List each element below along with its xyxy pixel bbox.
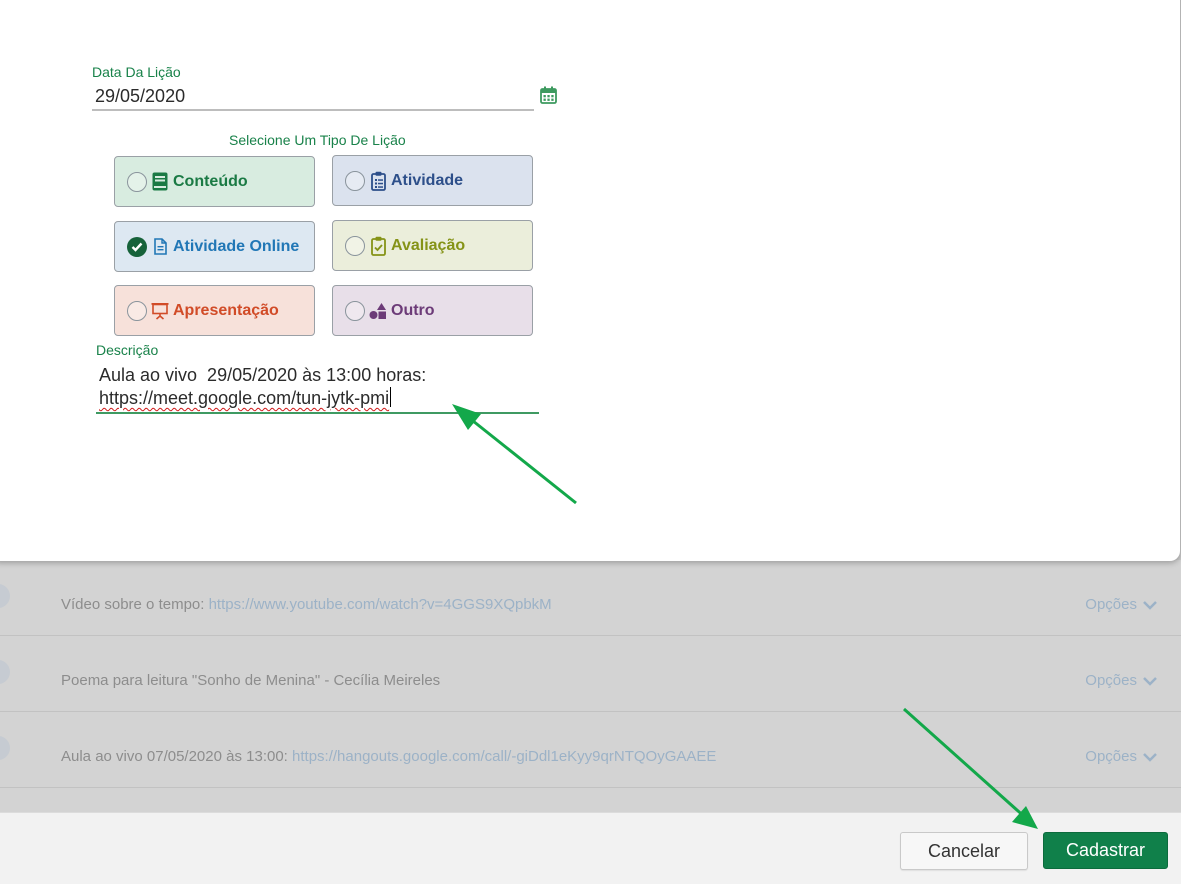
type-option-apresentacao[interactable]: Apresentação (114, 285, 315, 336)
file-text-icon (151, 237, 169, 257)
list-item-text: Poema para leitura "Sonho de Menina" - C… (61, 672, 441, 689)
check-circle-icon[interactable] (127, 236, 147, 257)
list-item-text: Vídeo sobre o tempo: (61, 596, 209, 613)
list-item-link[interactable]: https://hangouts.google.com/call/-giDdl1… (292, 748, 716, 765)
type-option-label: Atividade Online (173, 237, 300, 255)
type-option-label: Apresentação (173, 301, 279, 319)
shapes-icon (369, 301, 387, 321)
options-dropdown[interactable]: Opções (1085, 672, 1157, 689)
type-option-atividade[interactable]: Atividade (332, 155, 533, 206)
description-label: Descrição (96, 342, 159, 358)
type-option-label: Avaliação (391, 236, 466, 254)
radio-unchecked-icon[interactable] (127, 300, 147, 321)
description-underline (96, 412, 539, 414)
book-icon (151, 172, 169, 192)
lesson-type-icon (0, 584, 10, 608)
clipboard-check-icon (369, 236, 387, 256)
type-option-outro[interactable]: Outro (332, 285, 533, 336)
list-item: Aula ao vivo 07/05/2020 às 13:00: https:… (0, 712, 1181, 788)
type-option-label: Conteúdo (173, 172, 248, 190)
type-option-conteudo[interactable]: Conteúdo (114, 156, 315, 207)
type-option-label: Atividade (391, 171, 464, 189)
calendar-icon[interactable] (540, 86, 557, 104)
chevron-down-icon (1143, 676, 1157, 686)
type-option-avaliacao[interactable]: Avaliação (332, 220, 533, 271)
type-option-label: Outro (391, 301, 435, 319)
list-item: Vídeo sobre o tempo: https://www.youtube… (0, 560, 1181, 636)
date-field-underline (92, 109, 534, 111)
date-field[interactable]: 29/05/2020 (95, 86, 185, 107)
text-caret (390, 387, 392, 407)
list-item-link[interactable]: https://www.youtube.com/watch?v=4GGS9XQp… (209, 596, 552, 613)
description-line: https://meet.google.com/tun-jytk-pmi (99, 388, 390, 408)
date-label: Data Da Lição (92, 64, 181, 80)
options-dropdown[interactable]: Opções (1085, 748, 1157, 765)
radio-unchecked-icon[interactable] (345, 300, 365, 321)
type-option-atividade-online[interactable]: Atividade Online (114, 221, 315, 272)
lesson-form-modal (0, 0, 1180, 561)
lesson-list: Vídeo sobre o tempo: https://www.youtube… (0, 560, 1181, 812)
presentation-icon (151, 301, 169, 321)
radio-unchecked-icon[interactable] (345, 235, 365, 256)
clipboard-list-icon (369, 171, 387, 191)
list-item: Poema para leitura "Sonho de Menina" - C… (0, 636, 1181, 712)
description-line: Aula ao vivo 29/05/2020 às 13:00 horas: (99, 365, 427, 385)
cancel-button[interactable]: Cancelar (900, 832, 1028, 870)
chevron-down-icon (1143, 600, 1157, 610)
description-textarea[interactable]: Aula ao vivo 29/05/2020 às 13:00 horas: … (99, 364, 539, 410)
options-dropdown[interactable]: Opções (1085, 596, 1157, 613)
lesson-type-icon (0, 736, 10, 760)
radio-unchecked-icon[interactable] (127, 171, 147, 192)
list-item-text: Aula ao vivo 07/05/2020 às 13:00: (61, 748, 293, 765)
submit-button[interactable]: Cadastrar (1043, 832, 1168, 869)
chevron-down-icon (1143, 752, 1157, 762)
radio-unchecked-icon[interactable] (345, 170, 365, 191)
lesson-type-icon (0, 660, 10, 684)
lesson-type-title: Selecione Um Tipo De Lição (229, 132, 406, 148)
